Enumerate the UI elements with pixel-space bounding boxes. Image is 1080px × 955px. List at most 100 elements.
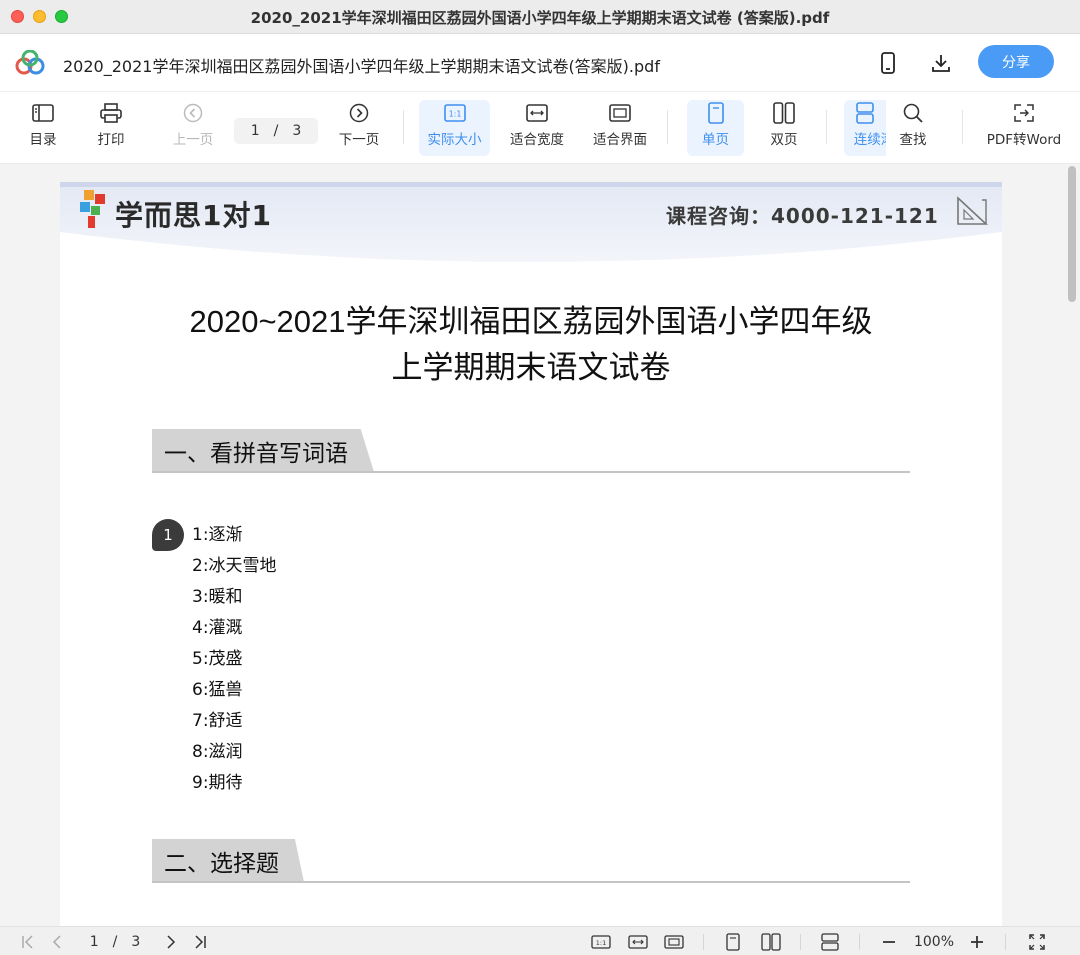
current-page-value: 1 bbox=[250, 123, 260, 139]
pdf-to-word-button[interactable]: PDF转Word bbox=[984, 100, 1064, 156]
search-icon bbox=[903, 103, 923, 123]
section-title-1: 一、看拼音写词语 bbox=[152, 429, 374, 472]
phone-view-button[interactable] bbox=[873, 48, 903, 78]
status-total-pages: 3 bbox=[131, 934, 141, 950]
toc-button[interactable]: 目录 bbox=[24, 100, 62, 156]
printer-icon bbox=[100, 103, 122, 123]
zoom-in-button[interactable] bbox=[968, 932, 986, 952]
continuous-scroll-button[interactable]: 连续滚 bbox=[844, 100, 886, 156]
fullscreen-icon bbox=[1029, 934, 1045, 950]
toolbar: 目录 打印 上一页 下一页 1:1 实际大小 适合宽度 适合界面 单页 双页 连… bbox=[0, 92, 1080, 164]
pdf-to-word-label: PDF转Word bbox=[986, 132, 1062, 148]
two-page-button[interactable]: 双页 bbox=[764, 100, 804, 156]
print-label: 打印 bbox=[97, 132, 125, 148]
section-divider bbox=[152, 471, 910, 473]
fit-page-icon bbox=[609, 104, 631, 122]
document-title: 2020_2021学年深圳福田区荔园外国语小学四年级上学期期末语文试卷(答案版)… bbox=[63, 57, 660, 76]
fit-page-small-icon bbox=[664, 935, 684, 949]
actual-size-small-icon: 1:1 bbox=[591, 935, 611, 949]
answer-item: 9:期待 bbox=[192, 773, 243, 793]
app-logo-icon bbox=[15, 50, 45, 75]
app-header: 2020_2021学年深圳福田区荔园外国语小学四年级上学期期末语文试卷(答案版)… bbox=[0, 34, 1080, 92]
last-page-button[interactable] bbox=[190, 932, 210, 952]
section-divider bbox=[152, 881, 910, 883]
status-divider bbox=[1005, 934, 1006, 950]
answer-item: 8:滋润 bbox=[192, 742, 243, 762]
find-button[interactable]: 查找 bbox=[896, 100, 930, 156]
page-separator: / bbox=[273, 123, 279, 139]
page-number-field[interactable]: 1 / 3 bbox=[234, 118, 318, 144]
two-page-small-icon bbox=[761, 933, 781, 951]
chevron-left-icon bbox=[52, 935, 61, 949]
status-actual-size-button[interactable]: 1:1 bbox=[590, 932, 612, 952]
single-page-label: 单页 bbox=[702, 132, 729, 148]
next-page-button[interactable]: 下一页 bbox=[334, 100, 384, 156]
two-page-label: 双页 bbox=[770, 132, 798, 148]
chevron-right-icon bbox=[167, 935, 176, 949]
actual-size-icon: 1:1 bbox=[443, 104, 466, 122]
toc-label: 目录 bbox=[29, 132, 57, 148]
status-divider bbox=[859, 934, 860, 950]
svg-text:1:1: 1:1 bbox=[596, 939, 606, 947]
status-fit-width-button[interactable] bbox=[627, 932, 649, 952]
single-page-button[interactable]: 单页 bbox=[687, 100, 744, 156]
answer-item: 1:逐渐 bbox=[192, 525, 243, 545]
status-two-page-button[interactable] bbox=[760, 932, 782, 952]
answer-list: 1:逐渐 2:冰天雪地 3:暖和 4:灌溉 5:茂盛 6:猛兽 7:舒适 8:滋… bbox=[192, 520, 277, 799]
sidebar-icon bbox=[32, 104, 54, 122]
ruler-triangle-icon bbox=[957, 196, 988, 225]
answer-item: 5:茂盛 bbox=[192, 649, 243, 669]
fullscreen-button[interactable] bbox=[1026, 932, 1048, 952]
minus-icon bbox=[883, 941, 895, 943]
scrollbar-thumb[interactable] bbox=[1068, 166, 1076, 302]
find-label: 查找 bbox=[899, 132, 927, 148]
fit-width-label: 适合宽度 bbox=[510, 132, 564, 148]
status-single-page-button[interactable] bbox=[724, 932, 742, 952]
last-page-icon bbox=[195, 935, 206, 949]
continuous-scroll-icon bbox=[856, 102, 874, 124]
total-pages-value: 3 bbox=[292, 123, 302, 139]
share-button[interactable]: 分享 bbox=[978, 45, 1054, 78]
section-title-2: 二、选择题 bbox=[152, 839, 304, 882]
download-icon bbox=[932, 55, 950, 72]
status-divider bbox=[703, 934, 704, 950]
toolbar-divider bbox=[403, 110, 404, 144]
status-page-separator: / bbox=[112, 934, 118, 950]
status-continuous-button[interactable] bbox=[819, 932, 841, 952]
single-page-small-icon bbox=[726, 933, 740, 951]
section-header-2: 二、选择题 bbox=[152, 839, 910, 883]
answer-item: 4:灌溉 bbox=[192, 618, 243, 638]
document-viewer[interactable]: 学而思1对1 课程咨询：4000-121-121 2020~2021学年深圳福田… bbox=[0, 164, 1080, 926]
fit-width-button[interactable]: 适合宽度 bbox=[506, 100, 568, 156]
phone-icon bbox=[881, 52, 895, 74]
download-button[interactable] bbox=[926, 48, 956, 78]
status-current-page: 1 bbox=[89, 934, 99, 950]
two-page-icon bbox=[773, 102, 795, 124]
print-button[interactable]: 打印 bbox=[92, 100, 130, 156]
fit-width-icon bbox=[526, 104, 548, 122]
prev-page-small-button[interactable] bbox=[48, 932, 66, 952]
prev-page-button[interactable]: 上一页 bbox=[168, 100, 218, 156]
fit-page-button[interactable]: 适合界面 bbox=[589, 100, 651, 156]
actual-size-label: 实际大小 bbox=[427, 132, 482, 148]
hotline-text: 课程咨询：4000-121-121 bbox=[666, 204, 939, 228]
toolbar-divider bbox=[667, 110, 668, 144]
toolbar-divider bbox=[826, 110, 827, 144]
answer-item: 6:猛兽 bbox=[192, 680, 243, 700]
status-divider bbox=[800, 934, 801, 950]
status-page-indicator: 1 / 3 bbox=[80, 932, 150, 952]
exam-title-line2: 上学期期末语文试卷 bbox=[391, 350, 671, 385]
toolbar-divider bbox=[962, 110, 963, 144]
status-fit-page-button[interactable] bbox=[663, 932, 685, 952]
exam-title-line1: 2020~2021学年深圳福田区荔园外国语小学四年级 bbox=[189, 304, 873, 339]
next-page-small-button[interactable] bbox=[162, 932, 180, 952]
vertical-scrollbar[interactable] bbox=[1064, 164, 1080, 926]
first-page-button[interactable] bbox=[18, 932, 38, 952]
actual-size-button[interactable]: 1:1 实际大小 bbox=[419, 100, 490, 156]
zoom-level[interactable]: 100% bbox=[908, 932, 960, 952]
fit-width-small-icon bbox=[628, 935, 648, 949]
zoom-out-button[interactable] bbox=[880, 932, 898, 952]
status-bar: 1 / 3 1:1 100% bbox=[0, 926, 1080, 955]
window-title: 2020_2021学年深圳福田区荔园外国语小学四年级上学期期末语文试卷 (答案版… bbox=[250, 9, 830, 27]
window-titlebar: 2020_2021学年深圳福田区荔园外国语小学四年级上学期期末语文试卷 (答案版… bbox=[0, 0, 1080, 34]
